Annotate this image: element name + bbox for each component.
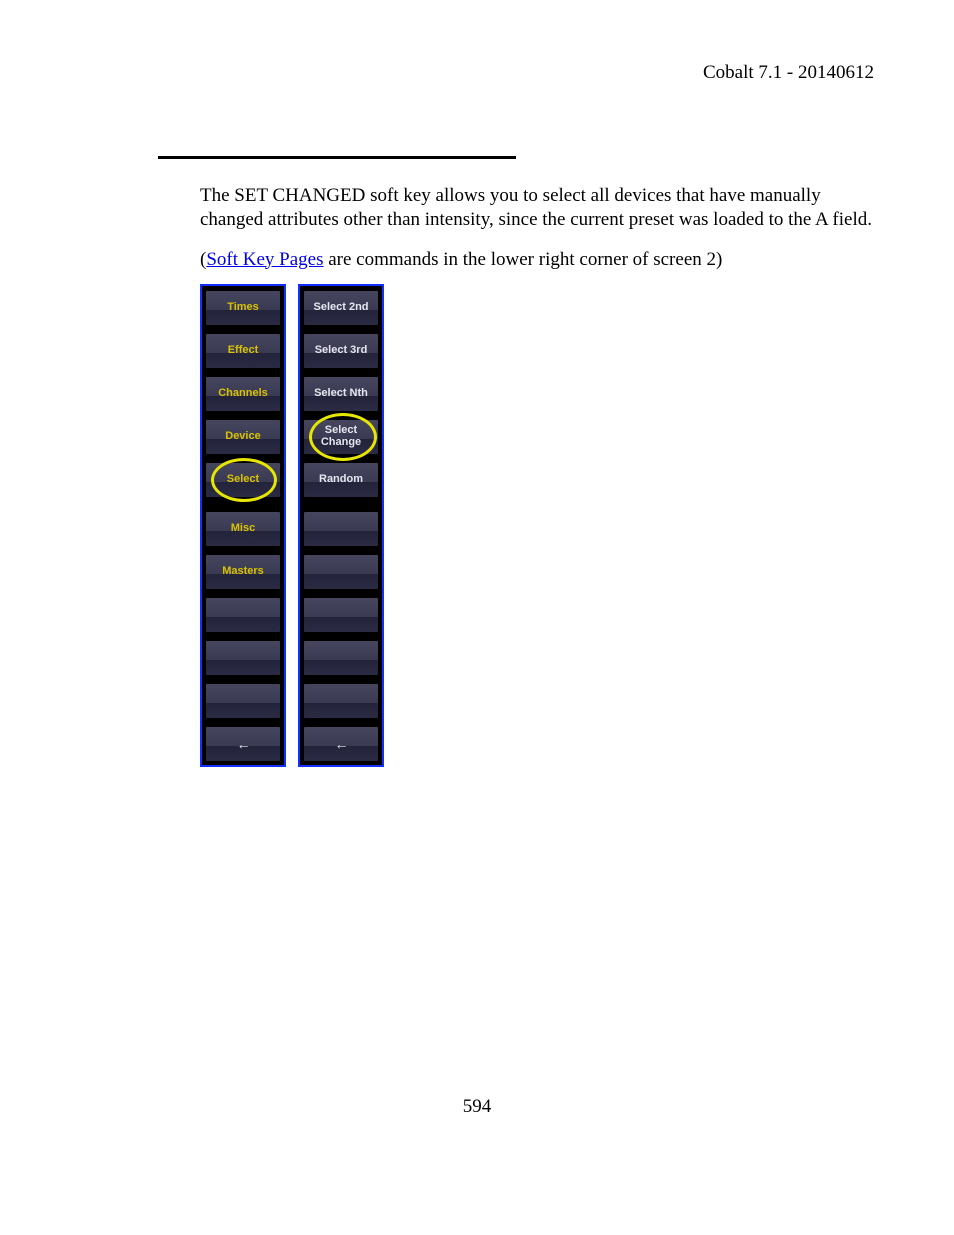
softkey-label: Masters xyxy=(220,566,266,578)
softkey-label: Select Nth xyxy=(312,388,370,400)
softkey-left-blank[interactable] xyxy=(205,640,281,676)
softkey-left-back-arrow[interactable]: ← xyxy=(205,726,281,762)
softkey-left-times[interactable]: Times xyxy=(205,290,281,326)
softkey-right-blank[interactable] xyxy=(303,511,379,547)
softkey-panels: Times Effect Channels Device Select Misc Maste… xyxy=(200,284,384,767)
softkey-label: ← xyxy=(235,737,252,752)
softkey-right-select-nth[interactable]: Select Nth xyxy=(303,376,379,412)
softkey-left-select[interactable]: Select xyxy=(205,462,281,498)
paragraph-2: (Soft Key Pages are commands in the lowe… xyxy=(200,248,880,272)
softkey-label: Device xyxy=(223,431,262,443)
softkey-label: Channels xyxy=(216,388,270,400)
softkey-right-blank[interactable] xyxy=(303,554,379,590)
softkey-label: Random xyxy=(317,474,365,486)
softkey-left-masters[interactable]: Masters xyxy=(205,554,281,590)
softkey-left-channels[interactable]: Channels xyxy=(205,376,281,412)
softkey-label: Times xyxy=(225,302,261,314)
softkey-right-random[interactable]: Random xyxy=(303,462,379,498)
softkey-left-blank[interactable] xyxy=(205,683,281,719)
softkey-label: ← xyxy=(333,737,350,752)
softkey-label: Select xyxy=(225,474,261,486)
softkey-label: Select 2nd xyxy=(311,302,370,314)
softkey-label: Effect xyxy=(226,345,261,357)
softkey-panel-left: Times Effect Channels Device Select Misc Maste… xyxy=(200,284,286,767)
softkey-right-select-change[interactable]: SelectChange xyxy=(303,419,379,455)
softkey-right-blank[interactable] xyxy=(303,640,379,676)
soft-key-pages-link[interactable]: Soft Key Pages xyxy=(206,249,323,270)
softkey-label: SelectChange xyxy=(319,425,363,448)
para2-suffix: are commands in the lower right corner o… xyxy=(323,249,722,270)
softkey-panel-right: Select 2nd Select 3rd Select Nth SelectChan… xyxy=(298,284,384,767)
softkey-left-blank[interactable] xyxy=(205,597,281,633)
softkey-left-misc[interactable]: Misc xyxy=(205,511,281,547)
softkey-left-effect[interactable]: Effect xyxy=(205,333,281,369)
softkey-left-device[interactable]: Device xyxy=(205,419,281,455)
softkey-right-blank[interactable] xyxy=(303,683,379,719)
body-text: The SET CHANGED soft key allows you to s… xyxy=(200,184,880,287)
header-doc-title: Cobalt 7.1 - 20140612 xyxy=(703,62,874,84)
softkey-right-back-arrow[interactable]: ← xyxy=(303,726,379,762)
document-page: Cobalt 7.1 - 20140612 The SET CHANGED so… xyxy=(0,0,954,1235)
softkey-label: Misc xyxy=(229,523,257,535)
softkey-right-select-3rd[interactable]: Select 3rd xyxy=(303,333,379,369)
paragraph-1: The SET CHANGED soft key allows you to s… xyxy=(200,184,880,232)
horizontal-rule xyxy=(158,156,516,159)
softkey-right-blank[interactable] xyxy=(303,597,379,633)
softkey-right-select-2nd[interactable]: Select 2nd xyxy=(303,290,379,326)
softkey-label: Select 3rd xyxy=(313,345,370,357)
page-number: 594 xyxy=(0,1096,954,1118)
